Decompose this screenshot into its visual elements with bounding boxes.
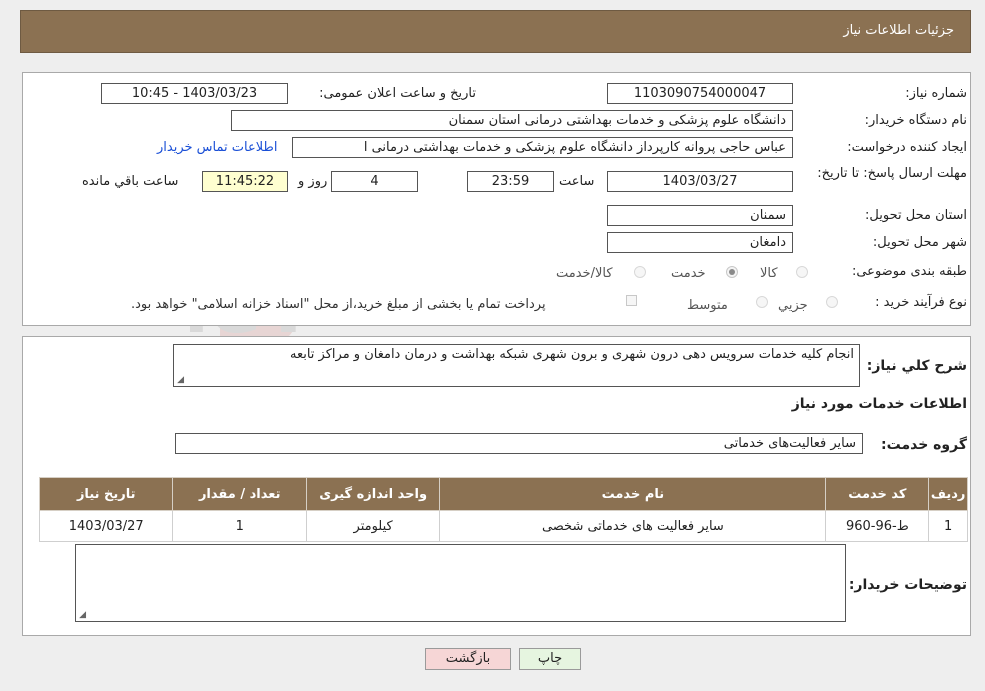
buyer-org-field: دانشگاه علوم پزشکی و خدمات بهداشتی درمان… [231,110,793,131]
process-medium-radio [756,296,768,308]
cell-service-name: سایر فعالیت های خدماتی شخصی [439,510,827,542]
cell-need-date: 1403/03/27 [38,510,174,542]
category-both-radio [634,266,646,278]
buyer-org-label: نام دستگاه خریدار: [864,113,967,128]
announce-datetime-label: تاریخ و ساعت اعلان عمومی: [319,86,476,101]
buyer-notes-label: توضيحات خريدار: [848,577,967,593]
need-number-field: 1103090754000047 [607,83,793,104]
summary-textarea: انجام کلیه خدمات سرویس دهی درون شهری و ب… [173,344,860,387]
buyer-contact-link[interactable]: اطلاعات تماس خریدار [157,140,277,155]
deadline-time-field: 23:59 [467,171,554,192]
treasury-payment-checkbox [626,295,637,306]
city-field: دامغان [607,232,793,253]
deadline-date-field: 1403/03/27 [607,171,793,192]
buyer-notes-textarea: ◢ [75,544,846,622]
process-minor-radio [826,296,838,308]
remaining-time-field: 11:45:22 [202,171,288,192]
category-label: طبقه بندی موضوعی: [851,264,967,279]
process-minor-label: جزیي [778,298,808,313]
request-creator-field: عباس حاجی پروانه کارپرداز دانشگاه علوم پ… [292,137,793,158]
announce-datetime-field: 1403/03/23 - 10:45 [101,83,288,104]
category-service-label: خدمت [671,266,706,281]
col-service-name: نام خدمت [439,477,827,511]
cell-row-number: 1 [928,510,968,542]
resize-handle-icon: ◢ [177,375,184,385]
service-group-field: سایر فعالیت‌های خدماتی [175,433,863,454]
city-label: شهر محل تحویل: [872,235,967,250]
deadline-time-label: ساعت [559,174,595,189]
page-header: جزئیات اطلاعات نیاز [20,10,971,53]
cell-unit: کیلومتر [305,510,441,542]
resize-handle-icon: ◢ [79,610,86,620]
summary-text: انجام کلیه خدمات سرویس دهی درون شهری و ب… [289,347,854,362]
table-header-row: رديف کد خدمت نام خدمت واحد اندازه گيری ت… [38,477,968,511]
services-heading: اطلاعات خدمات مورد نياز [791,396,967,412]
col-quantity: تعداد / مقدار [172,477,307,511]
remaining-time-label: ساعت باقي مانده [82,174,179,189]
category-service-radio [726,266,738,278]
cell-service-code: ط-96-960 [825,510,930,542]
category-goods-radio [796,266,808,278]
days-remaining-field: 4 [331,171,418,192]
province-label: استان محل تحویل: [865,208,967,223]
need-number-label: شماره نیاز: [905,86,967,101]
col-unit: واحد اندازه گيری [305,477,441,511]
print-button[interactable]: چاپ [519,648,581,670]
days-label: روز و [298,174,328,189]
deadline-label: مهلت ارسال پاسخ: تا تاریخ: [817,166,967,181]
table-row: 1 ط-96-960 سایر فعالیت های خدماتی شخصی ک… [38,510,968,542]
request-creator-label: ایجاد کننده درخواست: [847,140,967,155]
category-goods-label: کالا [760,266,778,281]
process-type-label: نوع فرآیند خرید : [875,295,967,310]
back-button[interactable]: بازگشت [425,648,511,670]
col-row-number: رديف [928,477,968,511]
page-title: جزئیات اطلاعات نیاز [843,23,954,38]
province-field: سمنان [607,205,793,226]
col-need-date: تاریخ نياز [38,477,174,511]
category-both-label: کالا/خدمت [556,266,613,281]
treasury-payment-note: پرداخت تمام یا بخشی از مبلغ خرید،از محل … [131,297,546,312]
process-medium-label: متوسط [687,298,728,313]
cell-quantity: 1 [172,510,307,542]
col-service-code: کد خدمت [825,477,930,511]
service-group-label: گروه خدمت: [881,437,967,453]
services-table: رديف کد خدمت نام خدمت واحد اندازه گيری ت… [38,477,968,542]
summary-label: شرح کلي نياز: [866,358,967,374]
